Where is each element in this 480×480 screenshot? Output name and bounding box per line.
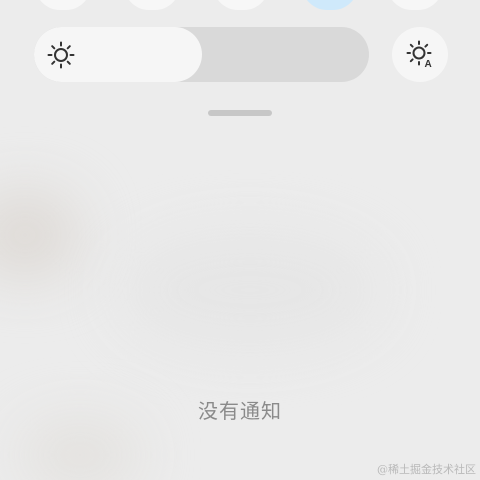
quick-toggle-3[interactable] — [213, 0, 269, 10]
auto-brightness-icon: A — [406, 40, 432, 70]
quick-toggle-1[interactable] — [35, 0, 91, 10]
auto-brightness-button[interactable]: A — [392, 27, 448, 82]
brightness-slider[interactable] — [34, 27, 369, 82]
background-blur — [120, 230, 380, 350]
background-blur — [20, 420, 140, 480]
quick-toggle-2[interactable] — [124, 0, 180, 10]
background-blur — [0, 190, 80, 280]
watermark: @稀土掘金技术社区 — [377, 463, 476, 476]
auto-brightness-badge: A — [425, 59, 432, 70]
quick-toggle-4[interactable] — [302, 0, 358, 10]
brightness-icon — [47, 41, 75, 69]
quick-toggle-5[interactable] — [387, 0, 443, 10]
no-notifications-text: 没有通知 — [198, 399, 282, 423]
panel-drag-handle[interactable] — [208, 110, 272, 116]
notification-shade: A 没有通知 @稀土掘金技术社区 — [0, 0, 480, 480]
